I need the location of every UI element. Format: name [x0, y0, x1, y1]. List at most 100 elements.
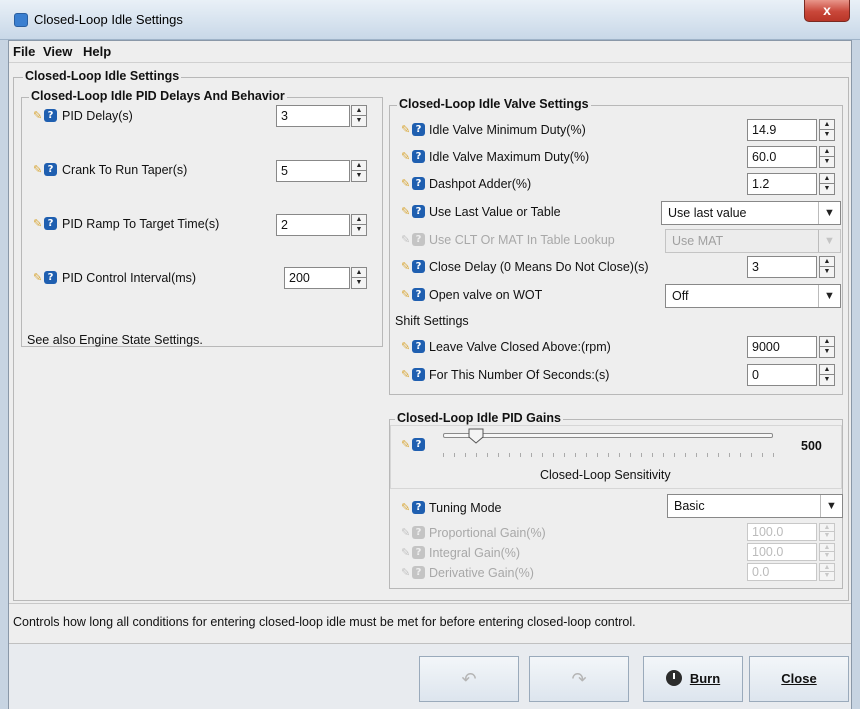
max-duty-label: Idle Valve Maximum Duty(%)	[429, 150, 590, 164]
burn-button-label: Burn	[689, 671, 721, 686]
help-icon[interactable]: ?	[412, 123, 425, 136]
chevron-down-icon: ▼	[820, 495, 842, 517]
status-bar: Controls how long all conditions for ent…	[9, 603, 851, 643]
menu-help[interactable]: Help	[83, 44, 111, 59]
help-icon: ?	[412, 233, 425, 246]
seconds-input[interactable]: 0	[747, 364, 817, 386]
undo-button[interactable]: ↶	[419, 656, 519, 702]
slider-tick	[740, 453, 741, 457]
ramp-time-input[interactable]: 2	[276, 214, 350, 236]
slider-tick	[718, 453, 719, 457]
ramp-time-spinner[interactable]: ▲ ▼	[351, 214, 367, 236]
help-icon[interactable]: ?	[44, 109, 57, 122]
slider-tick	[630, 453, 631, 457]
seconds-label: For This Number Of Seconds:(s)	[429, 368, 610, 382]
dashpot-input[interactable]: 1.2	[747, 173, 817, 195]
leave-closed-spinner[interactable]: ▲ ▼	[819, 336, 835, 358]
tuning-mode-select[interactable]: Basic ▼	[667, 494, 843, 518]
slider-tick	[564, 453, 565, 457]
control-interval-spinner[interactable]: ▲ ▼	[351, 267, 367, 289]
leave-closed-input[interactable]: 9000	[747, 336, 817, 358]
derivative-spinner: ▲ ▼	[819, 563, 835, 581]
slider-tick	[641, 453, 642, 457]
derivative-label: Derivative Gain(%)	[429, 566, 534, 580]
pid-gains-title: Closed-Loop Idle PID Gains	[395, 411, 563, 425]
menu-bar: File View Help	[9, 41, 851, 63]
status-text: Controls how long all conditions for ent…	[13, 615, 636, 629]
help-icon[interactable]: ?	[412, 205, 425, 218]
help-icon: ?	[412, 566, 425, 579]
edit-icon: ✎	[401, 547, 411, 559]
help-icon[interactable]: ?	[412, 150, 425, 163]
window-close-button[interactable]: x	[804, 0, 850, 22]
menu-view[interactable]: View	[43, 44, 72, 59]
help-icon[interactable]: ?	[44, 217, 57, 230]
dashpot-spinner[interactable]: ▲ ▼	[819, 173, 835, 195]
max-duty-input[interactable]: 60.0	[747, 146, 817, 168]
redo-button[interactable]: ↷	[529, 656, 629, 702]
slider-tick	[531, 453, 532, 457]
crank-taper-input[interactable]: 5	[276, 160, 350, 182]
slider-tick	[509, 453, 510, 457]
control-interval-label: PID Control Interval(ms)	[62, 271, 197, 285]
help-icon[interactable]: ?	[412, 177, 425, 190]
edit-icon: ✎	[401, 341, 411, 353]
sensitivity-slider-track[interactable]	[443, 433, 773, 438]
help-icon: ?	[412, 526, 425, 539]
proportional-spinner: ▲ ▼	[819, 523, 835, 541]
proportional-input: 100.0	[747, 523, 817, 541]
help-icon[interactable]: ?	[412, 288, 425, 301]
help-icon[interactable]: ?	[44, 163, 57, 176]
ramp-time-label: PID Ramp To Target Time(s)	[62, 217, 220, 231]
window: Closed-Loop Idle Settings x File View He…	[0, 0, 860, 709]
help-icon[interactable]: ?	[412, 438, 425, 451]
control-interval-input[interactable]: 200	[284, 267, 350, 289]
edit-icon: ✎	[401, 567, 411, 579]
engine-state-note: See also Engine State Settings.	[27, 333, 203, 347]
integral-label: Integral Gain(%)	[429, 546, 521, 560]
crank-taper-spinner[interactable]: ▲ ▼	[351, 160, 367, 182]
max-duty-spinner[interactable]: ▲ ▼	[819, 146, 835, 168]
slider-tick	[487, 453, 488, 457]
burn-button[interactable]: Burn	[643, 656, 743, 702]
edit-icon: ✎	[401, 151, 411, 163]
edit-icon: ✎	[33, 164, 43, 176]
close-button-label: Close	[781, 671, 817, 686]
crank-taper-label: Crank To Run Taper(s)	[62, 163, 188, 177]
edit-icon: ✎	[401, 502, 411, 514]
help-icon[interactable]: ?	[44, 271, 57, 284]
min-duty-input[interactable]: 14.9	[747, 119, 817, 141]
edit-icon: ✎	[33, 110, 43, 122]
sensitivity-slider-thumb[interactable]	[468, 428, 484, 444]
edit-icon: ✎	[401, 369, 411, 381]
slider-tick	[542, 453, 543, 457]
slider-tick	[619, 453, 620, 457]
title-bar: Closed-Loop Idle Settings x	[0, 0, 860, 40]
edit-icon: ✎	[401, 261, 411, 273]
open-wot-value: Off	[672, 289, 689, 303]
seconds-spinner[interactable]: ▲ ▼	[819, 364, 835, 386]
pid-delay-spinner[interactable]: ▲ ▼	[351, 105, 367, 127]
pid-delay-input[interactable]: 3	[276, 105, 350, 127]
use-last-select[interactable]: Use last value ▼	[661, 201, 841, 225]
menu-file[interactable]: File	[13, 44, 35, 59]
min-duty-spinner[interactable]: ▲ ▼	[819, 119, 835, 141]
clt-mat-select: Use MAT ▼	[665, 229, 841, 253]
edit-icon: ✎	[401, 124, 411, 136]
help-icon[interactable]: ?	[412, 340, 425, 353]
slider-tick	[652, 453, 653, 457]
help-icon[interactable]: ?	[412, 260, 425, 273]
help-icon[interactable]: ?	[412, 368, 425, 381]
close-delay-spinner[interactable]: ▲ ▼	[819, 256, 835, 278]
valve-settings-title: Closed-Loop Idle Valve Settings	[397, 97, 591, 111]
help-icon[interactable]: ?	[412, 501, 425, 514]
close-button[interactable]: Close	[749, 656, 849, 702]
close-delay-input[interactable]: 3	[747, 256, 817, 278]
pid-delays-title: Closed-Loop Idle PID Delays And Behavior	[29, 89, 287, 103]
use-last-value: Use last value	[668, 206, 747, 220]
tuning-mode-value: Basic	[674, 499, 705, 513]
open-wot-select[interactable]: Off ▼	[665, 284, 841, 308]
slider-tick	[608, 453, 609, 457]
chevron-down-icon: ▼	[818, 202, 840, 224]
edit-icon: ✎	[401, 234, 411, 246]
